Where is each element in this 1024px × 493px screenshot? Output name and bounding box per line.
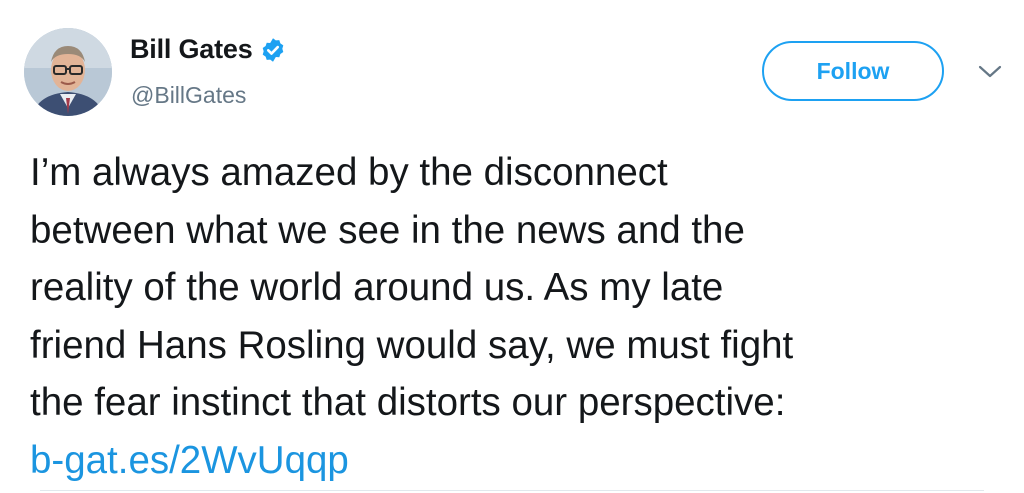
chevron-down-icon[interactable] <box>977 64 1003 80</box>
tweet-body: I’m always amazed by the disconnect betw… <box>30 151 794 424</box>
avatar[interactable] <box>24 28 112 116</box>
tweet-text: I’m always amazed by the disconnect betw… <box>30 144 1005 489</box>
follow-button[interactable]: Follow <box>762 41 944 101</box>
divider <box>40 490 984 491</box>
profile-photo-icon <box>24 28 112 116</box>
tweet-link[interactable]: b-gat.es/2WvUqqp <box>30 439 349 482</box>
display-name[interactable]: Bill Gates <box>130 34 253 65</box>
author-name-row: Bill Gates <box>130 34 286 65</box>
verified-badge-icon <box>262 37 283 62</box>
author-handle[interactable]: @BillGates <box>131 82 246 109</box>
